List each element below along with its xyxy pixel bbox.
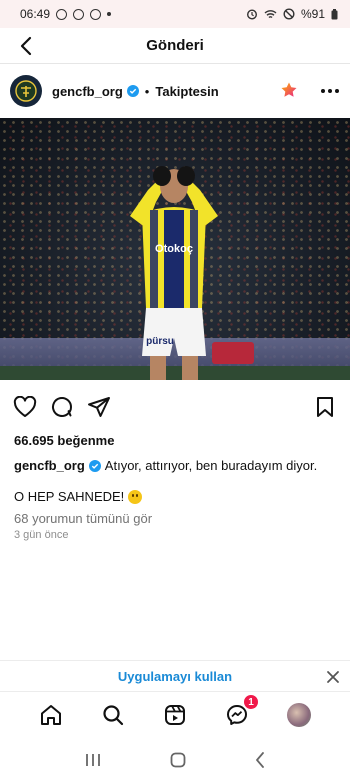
status-bar: 06:49 %91: [0, 0, 350, 28]
home-button-icon[interactable]: [169, 751, 187, 769]
recent-apps-icon[interactable]: [84, 752, 102, 768]
comment-icon: [52, 397, 73, 417]
more-dot: [328, 89, 332, 93]
save-button[interactable]: [312, 394, 338, 420]
author-avatar[interactable]: [10, 75, 42, 107]
caption: gencfb_org Atıyor, attırıyor, ben burada…: [14, 458, 317, 473]
nav-search[interactable]: [100, 702, 126, 728]
wifi-icon: [264, 9, 277, 18]
caption-line-2: O HEP SAHNEDE!: [14, 489, 143, 504]
page-title: Gönderi: [146, 37, 204, 54]
reels-icon: [165, 705, 185, 725]
jersey-sponsor-text: Otokoç: [155, 243, 193, 255]
more-dot: [335, 89, 339, 93]
player-figure: Otokoç pürsu: [130, 166, 218, 380]
post-actions: [0, 392, 350, 422]
use-app-button[interactable]: Uygulamayı kullan: [118, 669, 232, 684]
post-timestamp: 3 gün önce: [14, 529, 69, 541]
post-header: gencfb_org • Takiptesin: [0, 64, 350, 118]
search-icon: [103, 705, 124, 726]
battery-percent: %91: [300, 7, 325, 21]
caption-text: Atıyor, attırıyor, ben buradayım diyor.: [104, 458, 318, 473]
do-not-disturb-icon: [283, 8, 295, 20]
messages-badge: 1: [243, 694, 259, 710]
top-bar: Gönderi: [0, 28, 350, 64]
likes-count[interactable]: 66.695 beğenme: [14, 433, 114, 448]
use-app-banner: Uygulamayı kullan: [0, 660, 350, 692]
comment-button[interactable]: [49, 394, 75, 420]
back-arrow-icon: [20, 36, 32, 56]
favorites-star-icon[interactable]: [280, 81, 298, 99]
smiley-emoji-icon: [128, 489, 143, 504]
notification-icon: [90, 8, 102, 20]
notification-icon: [56, 8, 68, 20]
view-comments-link[interactable]: 68 yorumun tümünü gör: [14, 511, 152, 526]
nav-home[interactable]: [38, 702, 64, 728]
notification-icon: [73, 8, 85, 20]
post-image[interactable]: Otokoç pürsu: [0, 118, 350, 380]
following-status[interactable]: Takiptesin: [155, 84, 218, 99]
close-icon[interactable]: [324, 668, 342, 686]
bottom-nav: 1: [0, 692, 350, 738]
heart-icon: [13, 396, 37, 417]
system-back-icon[interactable]: [254, 751, 266, 769]
separator-dot: •: [144, 83, 150, 99]
author-username[interactable]: gencfb_org: [52, 84, 123, 99]
nav-reels[interactable]: [162, 702, 188, 728]
shorts-sponsor-text: pürsu: [146, 336, 174, 347]
nav-messages[interactable]: 1: [224, 694, 259, 728]
back-button[interactable]: [14, 34, 38, 58]
club-logo-icon: [15, 80, 37, 102]
send-icon: [88, 397, 110, 417]
caption-line-2-text: O HEP SAHNEDE!: [14, 489, 125, 504]
home-icon: [41, 705, 61, 725]
status-time: 06:49: [20, 7, 51, 21]
more-dot: [321, 89, 325, 93]
nav-profile[interactable]: [286, 702, 312, 728]
more-notifications-icon: [107, 12, 112, 16]
share-button[interactable]: [86, 394, 112, 420]
bookmark-icon: [317, 397, 333, 417]
alarm-icon: [246, 9, 257, 20]
caption-username[interactable]: gencfb_org: [14, 458, 85, 473]
verified-badge-icon: [88, 459, 101, 472]
battery-icon: [331, 8, 338, 19]
system-nav-bar: [0, 738, 350, 781]
profile-avatar: [287, 703, 311, 727]
verified-badge-icon: [126, 85, 139, 97]
like-button[interactable]: [12, 394, 38, 420]
more-options-button[interactable]: [320, 81, 340, 101]
